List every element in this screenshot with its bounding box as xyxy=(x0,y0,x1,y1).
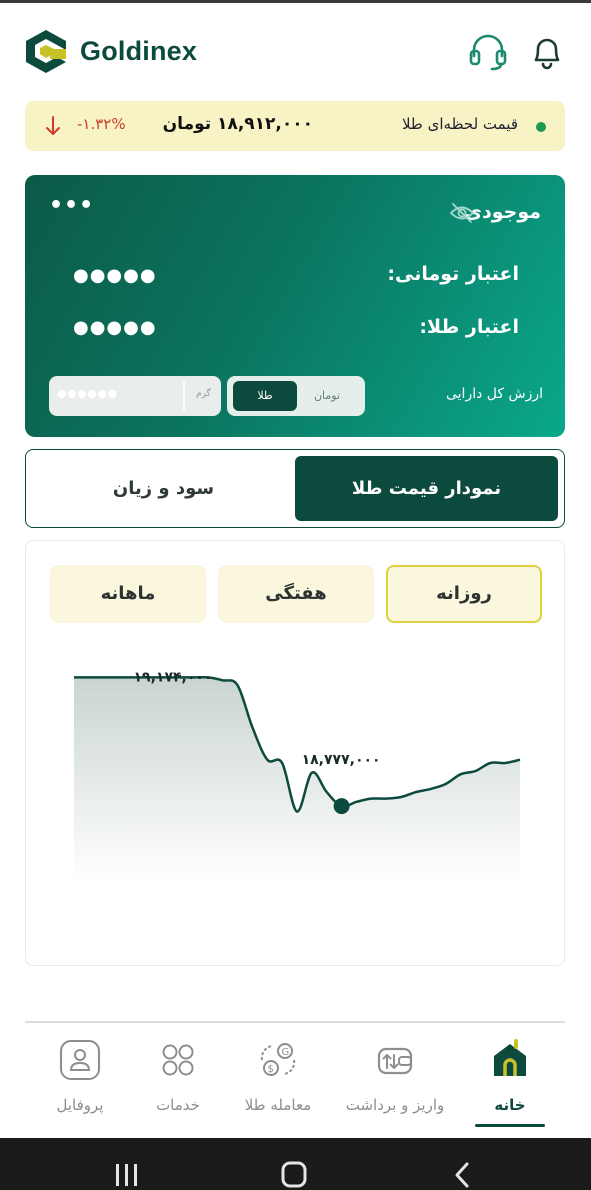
nav-divider xyxy=(25,1021,565,1023)
tab-gold-price-chart[interactable]: نمودار قیمت طلا xyxy=(295,456,558,521)
nav-label-deposit-withdraw: واریز و برداشت xyxy=(345,1096,445,1114)
field-divider xyxy=(183,382,185,410)
svg-text:G: G xyxy=(282,1047,290,1058)
system-nav-bar xyxy=(0,1138,591,1190)
toman-credit-value: ●●●●● xyxy=(73,265,157,286)
total-assets-field[interactable]: ●●●●●● گرم xyxy=(49,376,221,416)
gold-price-chart: ۱۹,۱۷۴,۰۰۰ ۱۸,۷۷۷,۰۰۰ xyxy=(74,669,521,881)
app-header: Goldinex xyxy=(24,28,567,78)
chart-tabs: نمودار قیمت طلا سود و زیان xyxy=(25,449,565,528)
home-icon xyxy=(494,1039,526,1076)
exchange-coins-icon: G $ xyxy=(260,1043,296,1076)
unit-toggle: طلا تومان xyxy=(227,376,365,416)
nav-item-deposit-withdraw[interactable]: واریز و برداشت xyxy=(340,1036,450,1128)
nav-label-services: خدمات xyxy=(156,1096,200,1114)
nav-label-gold-trade: معامله طلا xyxy=(244,1096,312,1114)
nav-active-indicator xyxy=(475,1124,545,1127)
live-status-dot xyxy=(536,122,546,132)
chart-min-marker xyxy=(333,798,350,815)
headset-icon[interactable] xyxy=(468,32,508,72)
gold-credit-label: اعتبار طلا: xyxy=(419,316,519,338)
balance-card: موجودی ••• اعتبار تومانی: ●●●●● اعتبار ط… xyxy=(25,175,565,437)
balance-title: موجودی xyxy=(464,201,541,223)
live-price-banner: قیمت لحظه‌ای طلا ۱۸,۹۱۲,۰۰۰ تومان -۱.۳۲% xyxy=(25,101,565,151)
more-options-icon[interactable]: ••• xyxy=(49,193,94,218)
unit-option-toman[interactable]: تومان xyxy=(295,381,359,411)
nav-label-home: خانه xyxy=(494,1096,526,1114)
nav-item-gold-trade[interactable]: G $ معامله طلا xyxy=(223,1036,333,1128)
live-price-value: ۱۸,۹۱۲,۰۰۰ تومان xyxy=(162,114,313,134)
nav-item-services[interactable]: خدمات xyxy=(123,1036,233,1128)
live-price-label: قیمت لحظه‌ای طلا xyxy=(401,115,518,133)
total-assets-masked-value: ●●●●●● xyxy=(57,387,118,400)
unit-option-gold[interactable]: طلا xyxy=(233,381,297,411)
nav-item-profile[interactable]: پروفایل xyxy=(25,1036,135,1128)
eye-off-icon[interactable] xyxy=(449,202,475,224)
grid-icon xyxy=(162,1044,194,1076)
tab-profit-loss[interactable]: سود و زیان xyxy=(32,456,295,521)
chart-card: روزانه هفتگی ماهانه ۱۹,۱۷۴,۰۰۰ ۱۸,۷۷۷,۰۰… xyxy=(25,540,565,966)
toman-credit-label: اعتبار تومانی: xyxy=(387,263,519,285)
brand-name: Goldinex xyxy=(80,36,198,66)
bottom-nav: خانه واریز و برداشت G $ معامله طلا خدمات… xyxy=(0,1030,591,1130)
back-icon[interactable] xyxy=(455,1162,469,1188)
svg-text:$: $ xyxy=(268,1064,274,1075)
bell-icon[interactable] xyxy=(527,32,567,72)
user-icon xyxy=(60,1040,100,1080)
nav-label-profile: پروفایل xyxy=(56,1096,104,1114)
price-change-percent: -۱.۳۲% xyxy=(77,115,126,133)
total-assets-label: ارزش کل دارایی xyxy=(445,386,543,402)
nav-item-home[interactable]: خانه xyxy=(455,1036,565,1128)
arrow-down-icon xyxy=(46,116,60,135)
status-line xyxy=(0,0,591,3)
recents-icon[interactable] xyxy=(116,1164,137,1186)
chart-min-label: ۱۸,۷۷۷,۰۰۰ xyxy=(302,752,381,768)
home-circle-icon[interactable] xyxy=(281,1161,307,1188)
wallet-transfer-icon xyxy=(377,1047,413,1075)
chart-max-label: ۱۹,۱۷۴,۰۰۰ xyxy=(134,669,213,685)
goldinex-logo-icon xyxy=(26,30,66,73)
amount-unit: گرم xyxy=(196,389,211,399)
gold-credit-value: ●●●●● xyxy=(73,317,157,338)
